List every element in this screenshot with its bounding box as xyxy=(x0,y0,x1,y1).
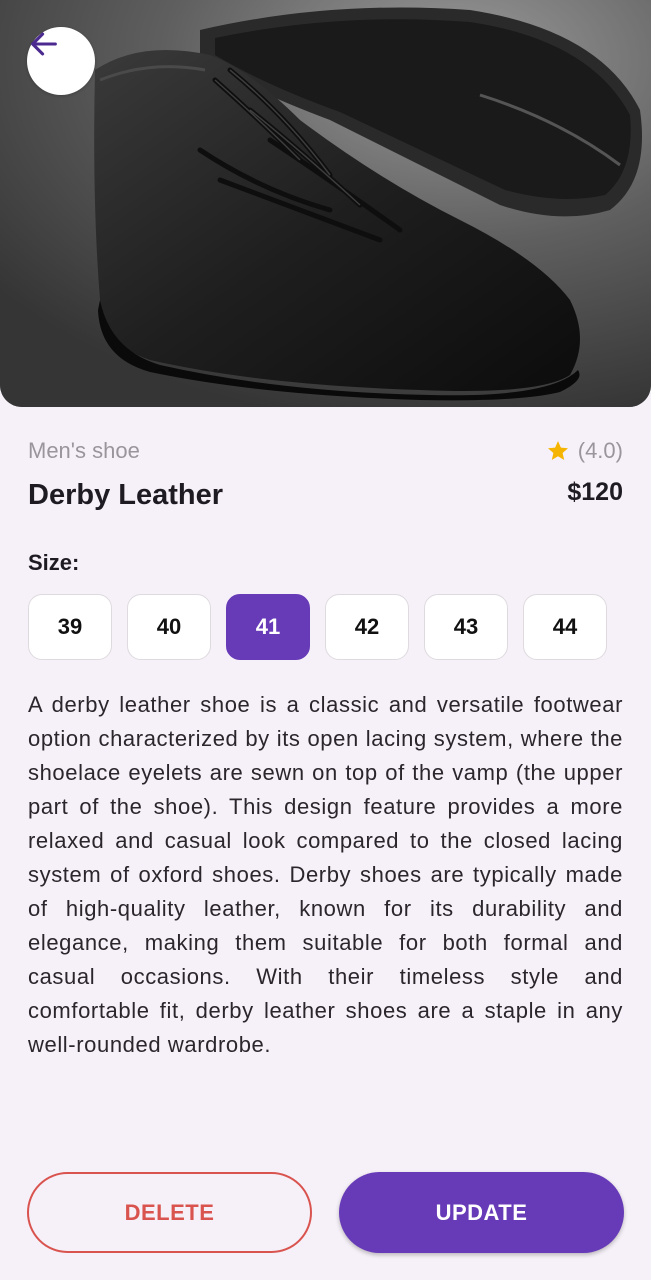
product-image xyxy=(0,0,651,407)
size-option-39[interactable]: 39 xyxy=(28,594,112,660)
size-option-43[interactable]: 43 xyxy=(424,594,508,660)
shoe-illustration xyxy=(0,0,651,407)
star-icon xyxy=(547,441,568,460)
size-option-41[interactable]: 41 xyxy=(226,594,310,660)
size-selector: 39 40 41 42 43 44 xyxy=(28,594,607,660)
product-category: Men's shoe xyxy=(28,438,140,463)
delete-button[interactable]: DELETE xyxy=(27,1172,312,1253)
product-description: A derby leather shoe is a classic and ve… xyxy=(28,692,623,1057)
arrow-left-icon xyxy=(31,32,57,56)
size-option-42[interactable]: 42 xyxy=(325,594,409,660)
product-name: Derby Leather xyxy=(28,479,224,511)
back-button[interactable] xyxy=(27,27,95,95)
product-rating: (4.0) xyxy=(546,438,623,464)
update-button[interactable]: UPDATE xyxy=(339,1172,624,1253)
size-option-44[interactable]: 44 xyxy=(523,594,607,660)
size-option-40[interactable]: 40 xyxy=(127,594,211,660)
size-label: Size: xyxy=(28,550,80,575)
product-price: $120 xyxy=(567,478,623,506)
rating-value: (4.0) xyxy=(577,438,623,463)
product-detail-screen: Men's shoe (4.0) Derby Leather $120 Size… xyxy=(0,0,651,1280)
